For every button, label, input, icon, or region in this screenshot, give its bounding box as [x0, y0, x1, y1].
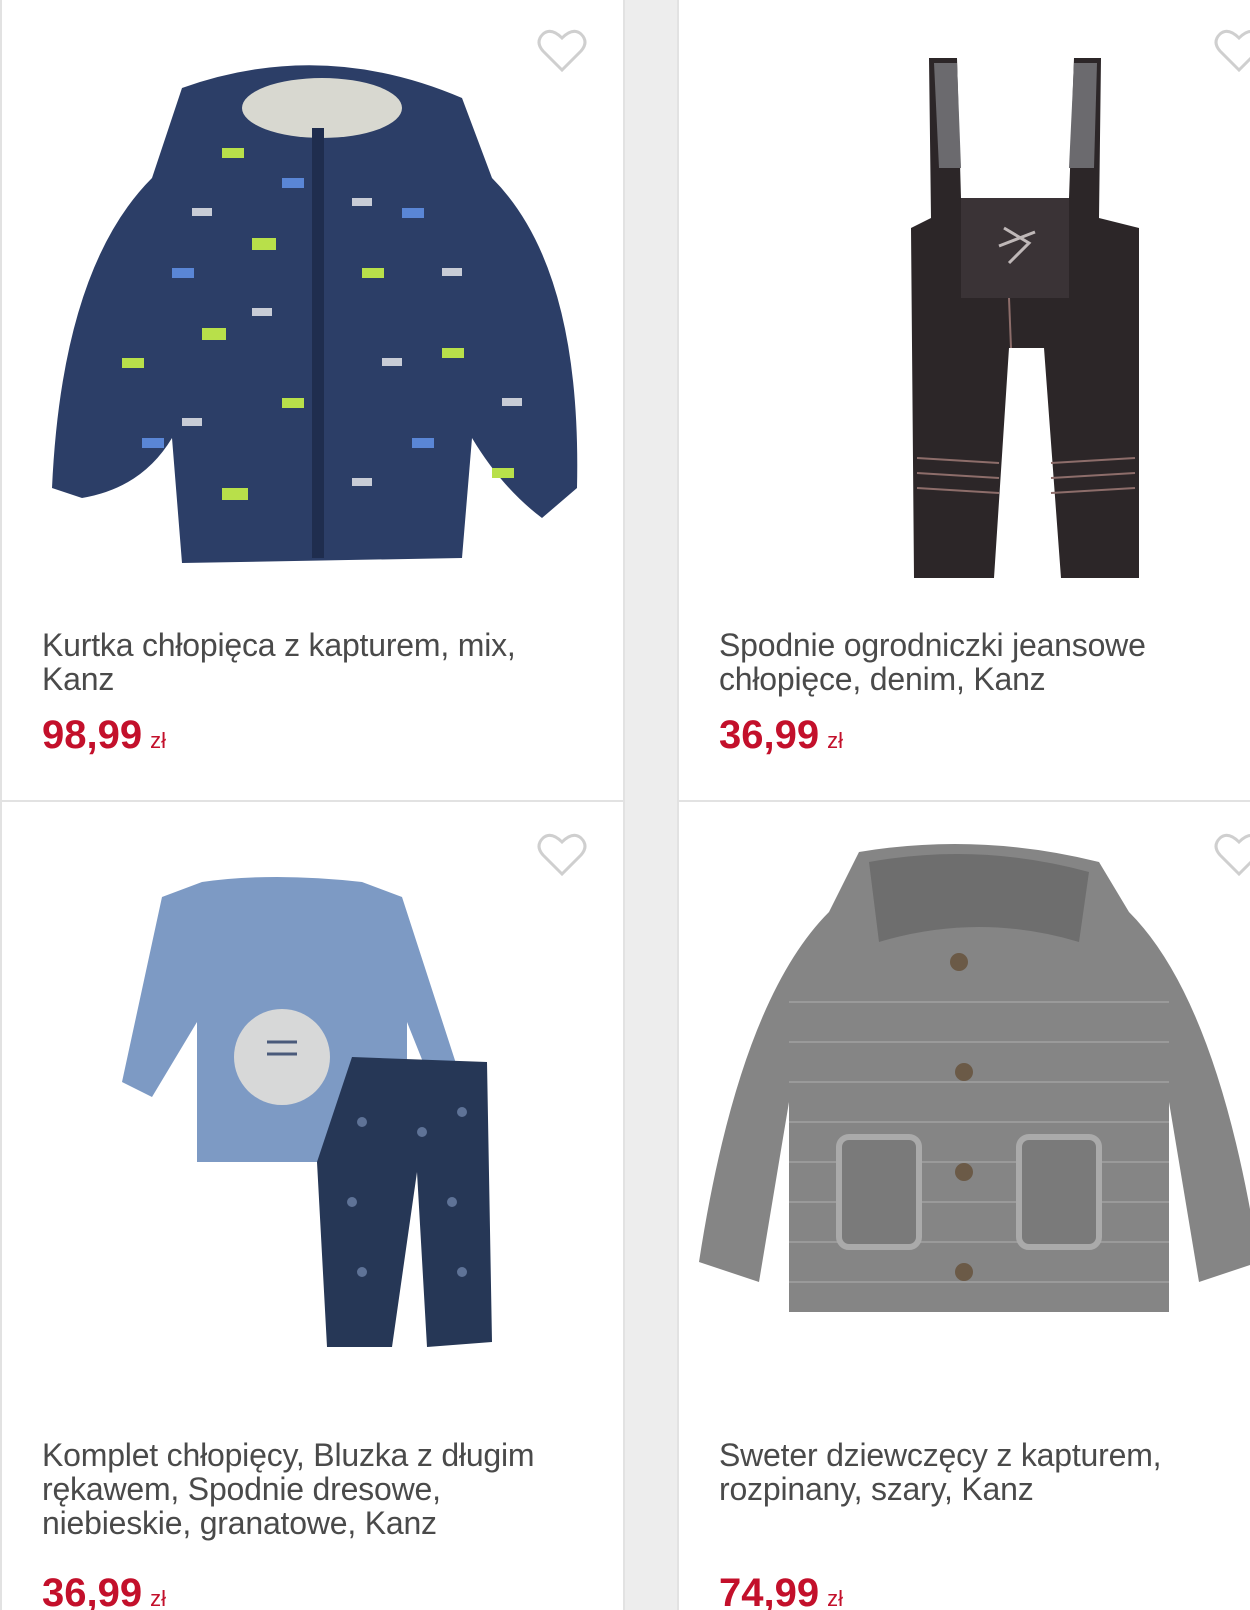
product-price: 74,99 zł: [719, 1572, 843, 1610]
price-currency: zł: [827, 1586, 843, 1610]
product-image[interactable]: [699, 18, 1250, 588]
wishlist-heart-icon[interactable]: [1214, 28, 1250, 74]
product-card[interactable]: Kurtka chłopięca z kapturem, mix, Kanz 9…: [0, 0, 625, 804]
price-currency: zł: [150, 1586, 166, 1610]
product-image[interactable]: [22, 822, 607, 1392]
wishlist-heart-icon[interactable]: [537, 832, 587, 878]
denim-overalls-image: [911, 58, 1139, 578]
price-value: 74,99: [719, 1571, 820, 1610]
product-grid: Kurtka chłopięca z kapturem, mix, Kanz 9…: [0, 0, 1250, 1610]
wishlist-heart-icon[interactable]: [537, 28, 587, 74]
puffer-jacket-image: [52, 65, 578, 563]
product-price: 36,99 zł: [719, 714, 843, 762]
wishlist-heart-icon[interactable]: [1214, 832, 1250, 878]
knitted-cardigan-image: [699, 844, 1250, 1312]
product-card[interactable]: Spodnie ogrodniczki jeansowe chłopięce, …: [677, 0, 1250, 804]
product-title[interactable]: Komplet chłopięcy, Bluzka z długim rękaw…: [42, 1438, 582, 1540]
price-value: 36,99: [719, 713, 820, 757]
product-title[interactable]: Kurtka chłopięca z kapturem, mix, Kanz: [42, 628, 582, 696]
product-price: 98,99 zł: [42, 714, 166, 762]
product-card[interactable]: Komplet chłopięcy, Bluzka z długim rękaw…: [0, 800, 625, 1610]
product-title[interactable]: Sweter dziewczęcy z kapturem, rozpinany,…: [719, 1438, 1250, 1506]
product-title[interactable]: Spodnie ogrodniczki jeansowe chłopięce, …: [719, 628, 1250, 696]
price-currency: zł: [827, 728, 843, 753]
price-value: 98,99: [42, 713, 143, 757]
product-image[interactable]: [699, 822, 1250, 1392]
price-currency: zł: [150, 728, 166, 753]
product-price: 36,99 zł: [42, 1572, 166, 1610]
product-image[interactable]: [22, 18, 607, 588]
price-value: 36,99: [42, 1571, 143, 1610]
shirt-and-pants-set-image: [122, 877, 492, 1347]
product-card[interactable]: Sweter dziewczęcy z kapturem, rozpinany,…: [677, 800, 1250, 1610]
